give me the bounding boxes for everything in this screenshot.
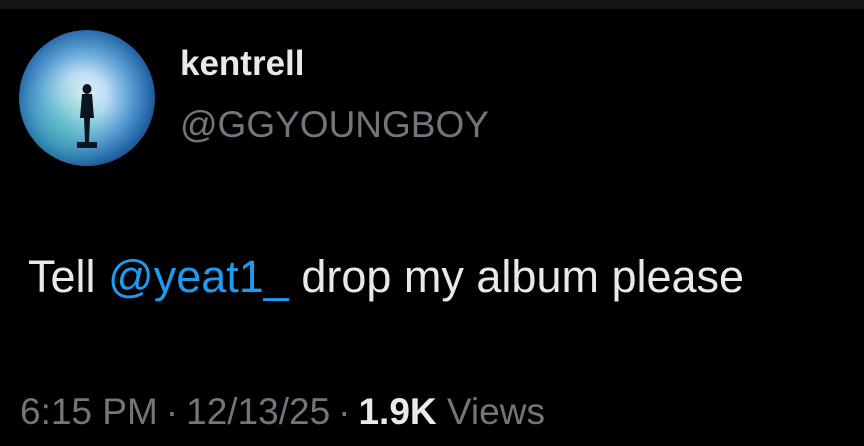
tweet-date[interactable]: 12/13/25 xyxy=(186,391,330,432)
author-handle[interactable]: @GGYOUNGBOY xyxy=(180,106,489,143)
meta-separator: · xyxy=(165,391,179,432)
mention-link[interactable]: @yeat1_ xyxy=(108,251,289,302)
avatar[interactable] xyxy=(19,30,155,166)
avatar-image xyxy=(19,30,155,166)
tweet-text-before: Tell xyxy=(28,251,109,302)
tweet-text: Tell @yeat1_ drop my album please xyxy=(28,254,744,299)
tweet-meta: 6:15 PM · 12/13/25 · 1.9K Views xyxy=(20,393,545,430)
author-display-name[interactable]: kentrell xyxy=(180,46,305,81)
views-count: 1.9K xyxy=(358,391,437,432)
tweet-time[interactable]: 6:15 PM xyxy=(20,391,158,432)
views-label: Views xyxy=(446,391,545,432)
meta-separator: · xyxy=(338,391,351,432)
tweet-text-after: drop my album please xyxy=(288,251,745,302)
top-edge-strip xyxy=(0,0,864,9)
